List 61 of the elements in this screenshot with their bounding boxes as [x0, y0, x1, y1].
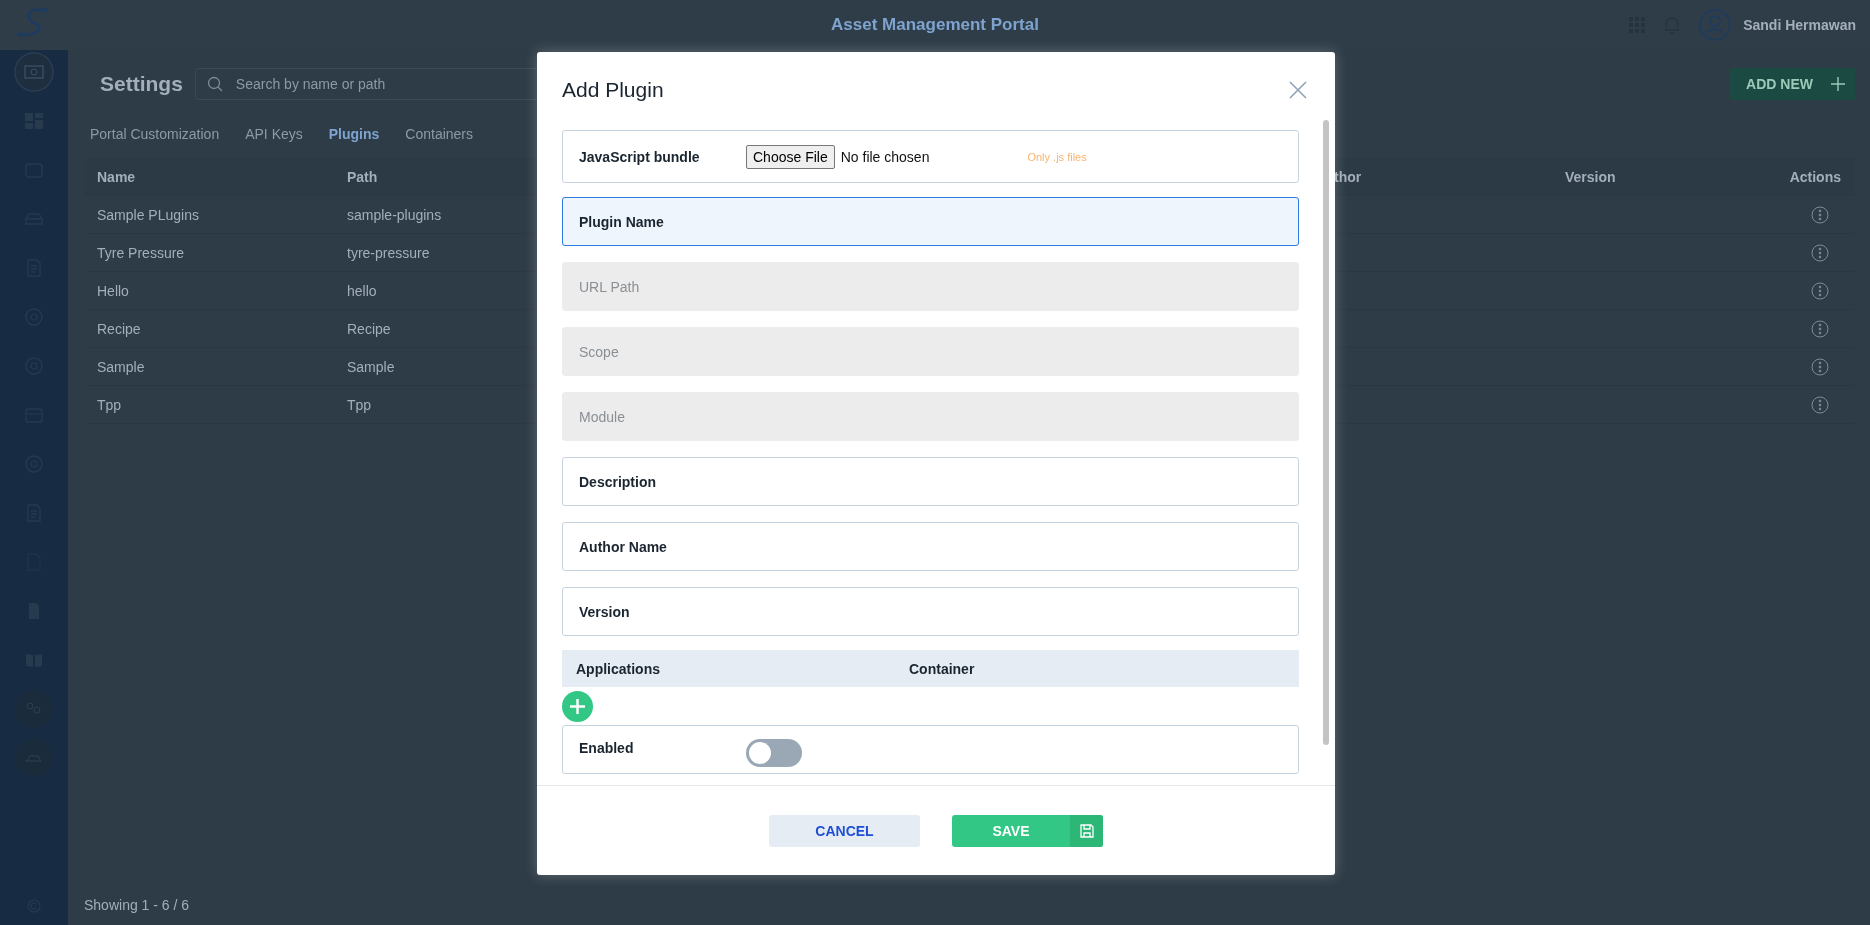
input-field[interactable]: Version [562, 587, 1299, 636]
field-label: Description [579, 473, 657, 490]
avatar-icon[interactable] [1699, 9, 1732, 41]
cancel-button[interactable]: CANCEL [769, 814, 920, 847]
settings-tab[interactable]: Plugins [326, 122, 382, 146]
input-field[interactable]: Plugin Name [562, 197, 1299, 246]
more-options-icon[interactable] [1811, 205, 1829, 224]
field-label: Plugin Name [579, 213, 665, 230]
table-cell: Tyre Pressure [97, 244, 185, 261]
search-icon [206, 76, 223, 92]
close-icon[interactable] [1289, 81, 1307, 99]
table-cell: Tpp [97, 396, 122, 413]
input-field[interactable]: Author Name [562, 522, 1299, 571]
column-header: Applications [576, 660, 661, 677]
add-row-button[interactable] [562, 691, 593, 722]
field-label: URL Path [579, 278, 641, 295]
more-options-icon[interactable] [1811, 357, 1829, 376]
field-label: Author Name [579, 538, 668, 555]
field-label: Version [579, 603, 631, 620]
more-options-icon[interactable] [1811, 395, 1829, 414]
table-cell: Sample PLugins [97, 206, 199, 223]
enabled-toggle[interactable] [746, 739, 802, 767]
table-cell: Recipe [97, 320, 141, 337]
pagination-summary: Showing 1 - 6 / 6 [84, 897, 190, 913]
more-options-icon[interactable] [1811, 319, 1829, 338]
table-cell: Sample [97, 358, 145, 375]
column-header: Path [347, 168, 378, 185]
column-header: thor [1334, 168, 1362, 185]
more-options-icon[interactable] [1811, 243, 1829, 262]
scrollbar[interactable] [1323, 120, 1329, 745]
table-cell: hello [347, 282, 377, 299]
column-header: Container [909, 660, 976, 677]
logo-icon [15, 6, 49, 38]
dashboard-camera-icon[interactable] [14, 52, 54, 92]
file-hint: Only .js files [1027, 150, 1087, 163]
location-pins-icon[interactable] [14, 689, 54, 729]
input-field[interactable]: Description [562, 457, 1299, 506]
user-name[interactable]: Sandi Hermawan [1743, 17, 1856, 33]
column-header: Version [1565, 168, 1616, 185]
choose-file-button[interactable]: Choose File [746, 144, 835, 169]
app-title: Asset Management Portal [831, 15, 1039, 35]
settings-tab[interactable]: Containers [403, 122, 476, 146]
field-label: Enabled [579, 740, 635, 756]
more-options-icon[interactable] [1811, 281, 1829, 300]
settings-tab[interactable]: API Keys [243, 122, 305, 146]
add-new-button[interactable]: ADD NEW [1730, 68, 1855, 100]
page-title: Settings [100, 72, 183, 96]
field-label: Module [579, 408, 626, 425]
column-header: Name [97, 168, 136, 185]
table-cell: Hello [97, 282, 129, 299]
field-label: Scope [579, 343, 620, 360]
plus-icon [1831, 77, 1845, 91]
table-cell: tyre-pressure [347, 244, 430, 261]
table-cell: Tpp [347, 396, 372, 413]
column-header: Actions [1789, 168, 1841, 185]
field-label: JavaScript bundle [579, 148, 701, 165]
settings-tab[interactable]: Portal Customization [88, 122, 222, 146]
file-status: No file chosen [840, 148, 930, 165]
table-cell: Recipe [347, 320, 391, 337]
table-cell: Sample [347, 358, 395, 375]
table-cell: sample-plugins [347, 206, 442, 223]
